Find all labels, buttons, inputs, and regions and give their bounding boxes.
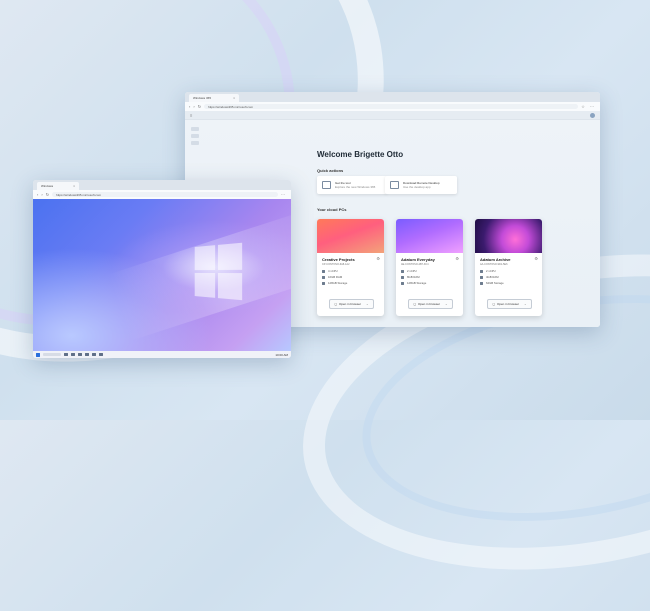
page-title: Welcome Brigette Otto xyxy=(317,150,404,159)
more-options-icon[interactable]: ⚙ xyxy=(376,256,380,261)
open-button-label: Open in browser xyxy=(496,302,519,306)
open-in-browser-button[interactable]: ◻ Open in browser ⌄ xyxy=(487,299,532,309)
cloud-pc-id: AA-CONTOSO-9D1-5E6 xyxy=(480,263,508,266)
cpu-spec: 2 vCPU xyxy=(486,269,496,273)
close-tab-icon[interactable]: × xyxy=(73,184,75,188)
open-button-label: Open in browser xyxy=(417,302,440,306)
cloud-pc-card[interactable]: ⚙ Adatum Everyday AE-CONTOSO-2B7-3C4 2 v… xyxy=(396,219,463,316)
url-field[interactable]: https://windows365.microsoft.com xyxy=(52,192,278,197)
task-view-icon[interactable] xyxy=(64,353,68,356)
tab-title: Windows xyxy=(41,184,54,188)
more-options-icon[interactable]: ⚙ xyxy=(534,256,538,261)
side-navigation xyxy=(191,127,201,151)
refresh-icon[interactable]: ↻ xyxy=(46,192,49,197)
cloud-pc-wallpaper xyxy=(475,219,542,253)
more-options-icon[interactable]: ⚙ xyxy=(455,256,459,261)
cloud-pc-name: Adatum Everyday xyxy=(401,257,435,262)
cloud-pc-card[interactable]: ⚙ Adatum Archive AA-CONTOSO-9D1-5E6 2 vC… xyxy=(475,219,542,316)
cpu-icon xyxy=(480,269,483,273)
download-monitor-icon xyxy=(390,181,399,189)
storage-icon xyxy=(480,281,483,285)
memory-icon xyxy=(401,275,404,279)
system-clock[interactable]: 10:00 AM xyxy=(275,353,288,357)
monitor-icon xyxy=(322,181,331,189)
quick-actions-heading: Quick actions xyxy=(317,168,344,173)
quick-action-subtitle: Use the desktop app xyxy=(403,185,431,189)
tab-bar: Windows × xyxy=(33,180,291,190)
taskbar-app-icon[interactable] xyxy=(78,353,82,356)
cpu-spec: 4 vCPU xyxy=(328,269,338,273)
cloud-pc-name: Creative Projects xyxy=(322,257,355,262)
tab-bar: Windows 365 × xyxy=(185,92,600,102)
taskbar-app-icon[interactable] xyxy=(85,353,89,356)
storage-spec: 64GB Storage xyxy=(486,281,504,285)
tab-title: Windows 365 xyxy=(193,96,212,100)
browser-icon: ◻ xyxy=(413,302,416,306)
chevron-down-icon[interactable]: ⌄ xyxy=(445,302,448,306)
browser-icon: ◻ xyxy=(334,302,337,306)
forward-icon[interactable]: › xyxy=(41,192,42,197)
open-in-browser-button[interactable]: ◻ Open in browser ⌄ xyxy=(408,299,453,309)
browser-tab[interactable]: Windows 365 × xyxy=(189,94,239,102)
nav-item[interactable] xyxy=(191,141,199,145)
refresh-icon[interactable]: ↻ xyxy=(198,104,201,109)
windows-logo-icon xyxy=(194,242,244,302)
browser-menu-icon[interactable]: ☆ ⋯ xyxy=(581,104,596,109)
cloud-desktop-browser-window: Windows × ‹ › ↻ https://windows365.micro… xyxy=(33,180,291,358)
nav-item[interactable] xyxy=(191,134,199,138)
cloud-pcs-heading: Your cloud PCs xyxy=(317,207,347,212)
browser-tab[interactable]: Windows × xyxy=(37,182,79,190)
windows-desktop[interactable] xyxy=(33,199,291,351)
cloud-pc-wallpaper xyxy=(396,219,463,253)
ram-spec: 16GB RAM xyxy=(328,275,343,279)
cloud-pc-wallpaper xyxy=(317,219,384,253)
quick-action-subtitle: Explore the new Windows 365 xyxy=(335,185,376,189)
back-icon[interactable]: ‹ xyxy=(189,104,190,109)
open-button-label: Open in browser xyxy=(338,302,361,306)
cpu-icon xyxy=(401,269,404,273)
taskbar-app-icon[interactable] xyxy=(71,353,75,356)
hamburger-menu-icon[interactable]: ≡ xyxy=(190,113,192,118)
storage-spec: 128GB Storage xyxy=(328,281,348,285)
back-icon[interactable]: ‹ xyxy=(37,192,38,197)
ram-spec: 8GB RAM xyxy=(407,275,420,279)
cloud-pc-id: CP-CONTOSO-6A8-1A2 xyxy=(322,263,350,266)
cloud-pc-card[interactable]: ⚙ Creative Projects CP-CONTOSO-6A8-1A2 4… xyxy=(317,219,384,316)
quick-action-download[interactable]: Download Remote Desktop Use the desktop … xyxy=(385,176,457,194)
chevron-down-icon[interactable]: ⌄ xyxy=(524,302,527,306)
taskbar-app-icon[interactable] xyxy=(99,353,103,356)
storage-icon xyxy=(322,281,325,285)
taskbar: 10:00 AM xyxy=(33,351,291,358)
forward-icon[interactable]: › xyxy=(193,104,194,109)
cpu-icon xyxy=(322,269,325,273)
ram-spec: 4GB RAM xyxy=(486,275,499,279)
close-tab-icon[interactable]: × xyxy=(233,96,235,100)
portal-header: ≡ xyxy=(185,111,600,120)
cloud-pc-id: AE-CONTOSO-2B7-3C4 xyxy=(401,263,429,266)
cpu-spec: 2 vCPU xyxy=(407,269,417,273)
storage-spec: 128GB Storage xyxy=(407,281,427,285)
quick-action-tour[interactable]: Get the tour Explore the new Windows 365 xyxy=(317,176,387,194)
open-in-browser-button[interactable]: ◻ Open in browser ⌄ xyxy=(329,299,374,309)
nav-item[interactable] xyxy=(191,127,199,131)
url-field[interactable]: https://windows365.microsoft.com xyxy=(204,104,579,109)
start-button-icon[interactable] xyxy=(36,352,40,357)
browser-icon: ◻ xyxy=(492,302,495,306)
taskbar-search[interactable] xyxy=(43,353,61,356)
browser-menu-icon[interactable]: ⋯ xyxy=(281,192,287,197)
memory-icon xyxy=(322,275,325,279)
memory-icon xyxy=(480,275,483,279)
chevron-down-icon[interactable]: ⌄ xyxy=(366,302,369,306)
avatar[interactable] xyxy=(590,112,595,118)
taskbar-app-icon[interactable] xyxy=(92,353,96,356)
cloud-pc-name: Adatum Archive xyxy=(480,257,511,262)
storage-icon xyxy=(401,281,404,285)
